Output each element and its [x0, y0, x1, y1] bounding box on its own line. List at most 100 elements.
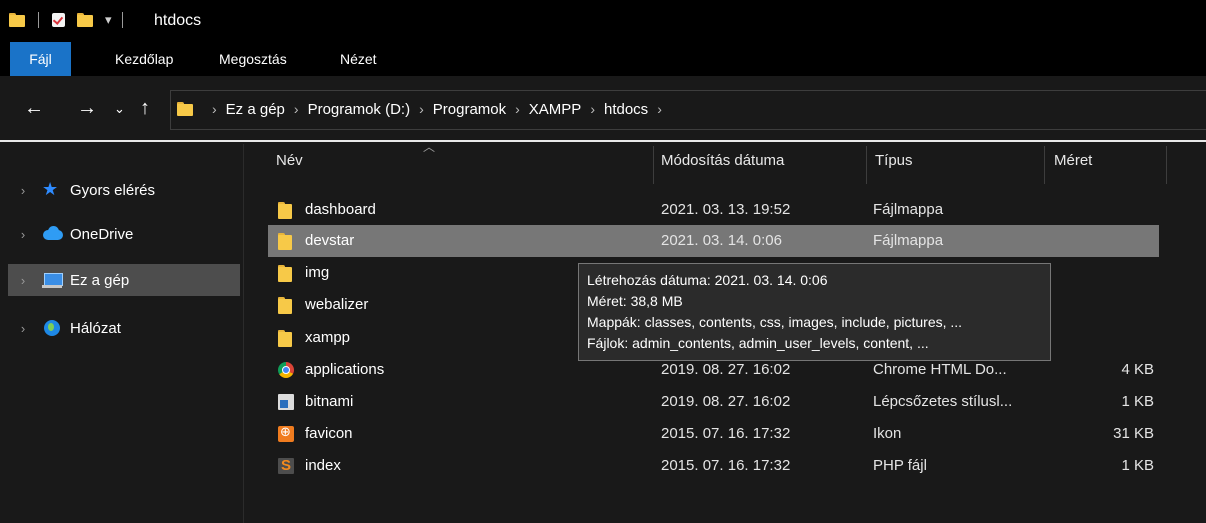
expand-chevron-icon[interactable]: › — [14, 273, 32, 288]
breadcrumb-this-pc[interactable]: Ez a gép — [226, 101, 285, 118]
column-separator[interactable] — [1044, 146, 1045, 184]
quick-access-toolbar: ▾ — [9, 7, 123, 33]
expand-chevron-icon[interactable]: › — [14, 227, 32, 242]
file-type: Ikon — [873, 425, 902, 442]
ribbon-tabs: Fájl Kezdőlap Megosztás Nézet — [0, 42, 1206, 76]
file-name: index — [305, 457, 341, 474]
sidebar-item-label: Ez a gép — [70, 271, 130, 289]
file-row-index[interactable]: index 2015. 07. 16. 17:32 PHP fájl 1 KB — [268, 450, 1159, 482]
breadcrumb-xampp[interactable]: XAMPP — [529, 101, 582, 118]
column-separator[interactable] — [866, 146, 867, 184]
toolbar-separator — [38, 12, 39, 28]
expand-chevron-icon[interactable]: › — [14, 183, 32, 198]
file-row-favicon[interactable]: favicon 2015. 07. 16. 17:32 Ikon 31 KB — [268, 418, 1159, 450]
title-separator — [121, 12, 123, 28]
expand-chevron-icon[interactable]: › — [14, 321, 32, 336]
css-file-icon — [278, 394, 294, 410]
file-size: 4 KB — [1121, 361, 1154, 378]
chevron-right-icon[interactable]: › — [294, 101, 299, 117]
file-modified: 2019. 08. 27. 16:02 — [661, 393, 791, 410]
tooltip-size: Méret: 38,8 MB — [587, 293, 683, 309]
cloud-icon — [42, 226, 64, 242]
column-header-modified[interactable]: Módosítás dátuma — [661, 146, 784, 184]
file-size: 1 KB — [1121, 457, 1154, 474]
properties-check-icon[interactable] — [52, 13, 65, 27]
window-title: htdocs — [154, 12, 202, 29]
star-icon — [42, 179, 64, 200]
sidebar-item-onedrive[interactable]: › OneDrive — [8, 218, 240, 250]
breadcrumb-drive-d[interactable]: Programok (D:) — [308, 101, 411, 118]
location-folder-icon — [177, 102, 193, 116]
file-name: dashboard — [305, 201, 376, 218]
file-type: Fájlmappa — [873, 232, 944, 249]
pane-divider[interactable] — [243, 144, 244, 523]
customize-dropdown-icon[interactable]: ▾ — [105, 12, 112, 28]
folder-icon — [278, 233, 294, 250]
sidebar-item-label: Gyors elérés — [70, 181, 156, 199]
file-type: PHP fájl — [873, 457, 927, 474]
tab-home[interactable]: Kezdőlap — [115, 42, 173, 76]
tab-share[interactable]: Megosztás — [219, 42, 287, 76]
file-row-devstar[interactable]: devstar 2021. 03. 14. 0:06 Fájlmappa — [268, 225, 1159, 257]
chevron-right-icon[interactable]: › — [590, 101, 595, 117]
column-header-size[interactable]: Méret — [1054, 146, 1092, 184]
new-folder-icon[interactable] — [77, 13, 93, 27]
file-name: bitnami — [305, 393, 354, 410]
network-icon — [42, 320, 64, 336]
tooltip-files: Fájlok: admin_contents, admin_user_level… — [587, 335, 929, 351]
title-bar: ▾ htdocs — [0, 0, 1206, 42]
chevron-right-icon[interactable]: › — [657, 101, 662, 117]
file-modified: 2021. 03. 13. 19:52 — [661, 201, 791, 218]
column-header-name[interactable]: Név — [276, 146, 303, 184]
breadcrumb: › Ez a gép › Programok (D:) › Programok … — [172, 91, 671, 127]
file-name: devstar — [305, 232, 355, 249]
pane-top-border — [0, 140, 1206, 142]
php-file-icon — [278, 457, 294, 474]
file-name: img — [305, 264, 330, 281]
sidebar-item-network[interactable]: › Hálózat — [8, 312, 240, 344]
folder-icon — [278, 297, 294, 314]
sidebar-item-this-pc[interactable]: › Ez a gép — [8, 264, 240, 296]
recent-locations-chevron-down-icon[interactable]: ⌄ — [114, 97, 125, 121]
file-size: 1 KB — [1121, 393, 1154, 410]
file-name: favicon — [305, 425, 353, 442]
file-type: Fájlmappa — [873, 201, 944, 218]
column-header-type[interactable]: Típus — [875, 146, 913, 184]
file-type: Chrome HTML Do... — [873, 361, 1007, 378]
tooltip-created: Létrehozás dátuma: 2021. 03. 14. 0:06 — [587, 272, 828, 288]
folder-info-tooltip: Létrehozás dátuma: 2021. 03. 14. 0:06 Mé… — [578, 263, 1051, 361]
file-type: Lépcsőzetes stílusl... — [873, 393, 1013, 410]
file-name: applications — [305, 361, 385, 378]
back-arrow-icon[interactable]: ← — [24, 96, 44, 120]
chrome-icon — [278, 362, 294, 378]
computer-icon — [42, 272, 64, 288]
file-name: webalizer — [305, 296, 369, 313]
chevron-right-icon[interactable]: › — [515, 101, 520, 117]
folder-icon — [278, 202, 294, 219]
folder-icon — [9, 13, 25, 27]
up-arrow-icon[interactable]: ↑ — [140, 96, 150, 120]
folder-icon — [278, 330, 294, 347]
file-modified: 2021. 03. 14. 0:06 — [661, 232, 782, 249]
tab-view[interactable]: Nézet — [340, 42, 377, 76]
column-separator[interactable] — [653, 146, 654, 184]
file-size: 31 KB — [1113, 425, 1154, 442]
sidebar-item-label: OneDrive — [70, 225, 134, 243]
breadcrumb-htdocs[interactable]: htdocs — [604, 101, 648, 118]
breadcrumb-programok[interactable]: Programok — [433, 101, 506, 118]
sort-ascending-icon: ︿ — [423, 140, 436, 154]
file-modified: 2015. 07. 16. 17:32 — [661, 425, 791, 442]
chevron-right-icon[interactable]: › — [419, 101, 424, 117]
file-row-bitnami[interactable]: bitnami 2019. 08. 27. 16:02 Lépcsőzetes … — [268, 386, 1159, 418]
file-row-dashboard[interactable]: dashboard 2021. 03. 13. 19:52 Fájlmappa — [268, 194, 1159, 226]
chevron-right-icon[interactable]: › — [212, 101, 217, 117]
column-separator[interactable] — [1166, 146, 1167, 184]
sidebar-item-quick-access[interactable]: › Gyors elérés — [8, 174, 240, 206]
navigation-pane: › Gyors elérés › OneDrive › Ez a gép › H… — [0, 144, 243, 523]
tooltip-folders: Mappák: classes, contents, css, images, … — [587, 314, 963, 330]
file-modified: 2015. 07. 16. 17:32 — [661, 457, 791, 474]
tab-file[interactable]: Fájl — [10, 42, 71, 76]
favicon-icon — [278, 424, 294, 442]
folder-icon — [278, 265, 294, 282]
forward-arrow-icon[interactable]: → — [77, 96, 97, 120]
